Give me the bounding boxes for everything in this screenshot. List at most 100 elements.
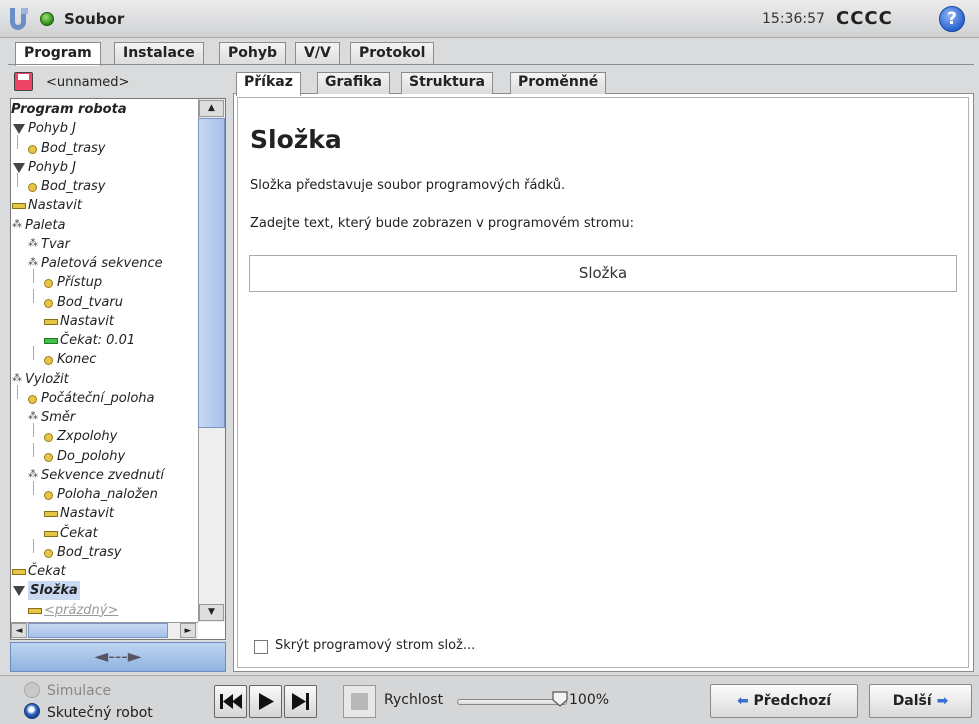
tab-program[interactable]: Program (15, 42, 101, 66)
expand-triangle-icon (13, 124, 25, 135)
tab-vv[interactable]: V/V (295, 42, 340, 65)
file-menu[interactable]: Soubor (64, 10, 124, 28)
next-button[interactable]: Další ➡ (869, 684, 972, 718)
stop-button[interactable] (343, 685, 376, 718)
tree-node[interactable]: Bod_trasy (11, 173, 201, 196)
tree-node-label: Konec (57, 352, 97, 368)
tree-node[interactable]: Bod_trasy (11, 538, 201, 562)
tree-node[interactable]: Složka (11, 581, 201, 601)
hide-tree-checkbox[interactable] (254, 640, 268, 654)
save-icon[interactable] (14, 72, 33, 91)
tab-grafika[interactable]: Grafika (317, 72, 390, 94)
step-button[interactable] (284, 685, 317, 718)
pallet-icon: ⁂ (12, 372, 22, 384)
tree-node[interactable]: Čekat (11, 524, 201, 543)
tree-node[interactable]: Program robota (11, 100, 201, 119)
tab-protokol[interactable]: Protokol (350, 42, 435, 65)
tree-node[interactable]: ⁂ Paletová sekvence (11, 254, 201, 273)
tree-node[interactable]: Poloha_naložen (11, 481, 201, 504)
tree-node-label: Tvar (41, 236, 70, 252)
expand-triangle-icon (13, 586, 25, 597)
page-title: Složka (250, 125, 342, 154)
tree-node[interactable]: Čekat: 0.01 (11, 331, 201, 350)
tree-node-label: Čekat (28, 564, 66, 579)
tree-node[interactable]: Počáteční_poloha (11, 384, 201, 408)
tree-node[interactable]: Nastavit (11, 196, 201, 215)
help-icon[interactable]: ? (939, 6, 965, 32)
waypoint-icon (44, 452, 53, 462)
tree-node-label: Směr (41, 410, 76, 425)
tab-struktura[interactable]: Struktura (401, 72, 493, 94)
play-icon (259, 693, 274, 710)
waypoint-icon (44, 548, 53, 558)
set-command-icon (28, 607, 42, 614)
tab-promenne[interactable]: Proměnné (510, 72, 607, 94)
waypoint-icon (44, 298, 53, 308)
clock: 15:36:57 (762, 11, 825, 27)
simulation-radio[interactable] (24, 682, 40, 698)
waypoint-icon (44, 356, 53, 366)
tree-node-label: Bod_trasy (57, 544, 122, 560)
pallet-icon: ⁂ (28, 411, 38, 422)
arrow-right-icon: ➡ (936, 693, 949, 709)
tree-node[interactable]: Do_polohy (11, 442, 201, 466)
tree-node[interactable]: Zxpolohy (11, 423, 201, 446)
tree-node[interactable]: ⁂ Sekvence zvednutí (11, 466, 201, 485)
tree-guide-line (33, 423, 34, 438)
tree-horizontal-scroll-thumb[interactable] (28, 623, 168, 638)
tree-node-label: Bod_tvaru (57, 294, 123, 310)
tree-guide-line (17, 384, 18, 399)
tree-node[interactable]: Přístup (11, 269, 201, 292)
tree-node-label: Paleta (25, 217, 66, 233)
scroll-right-icon[interactable]: ► (180, 623, 196, 638)
tree-guide-line (17, 134, 18, 149)
tree-guide-line (33, 481, 34, 495)
tree-node[interactable]: Čekat (11, 562, 201, 581)
tab-instalace[interactable]: Instalace (114, 42, 204, 65)
top-bar (0, 0, 979, 38)
tree-guide-line (33, 442, 34, 457)
tree-node[interactable]: ⁂ Tvar (11, 235, 201, 254)
waypoint-icon (44, 433, 53, 443)
folder-name-input[interactable]: Složka (249, 255, 957, 292)
arrow-left-icon: ⬅ (736, 693, 749, 709)
tree-node[interactable]: Bod_trasy (11, 134, 201, 158)
set-command-icon (44, 511, 58, 518)
tree-node[interactable]: ⁂ Paleta (11, 216, 201, 235)
tab-divider (8, 64, 974, 65)
tree-node[interactable]: Bod_tvaru (11, 288, 201, 312)
hide-tree-label: Skrýt programový strom slož... (275, 638, 476, 653)
tree-node[interactable]: Pohyb J (11, 119, 201, 138)
stop-icon (351, 693, 368, 710)
scroll-up-icon[interactable]: ▲ (199, 100, 224, 117)
tab-prikaz[interactable]: Příkaz (236, 72, 301, 96)
play-button[interactable] (249, 685, 282, 718)
wait-command-icon (44, 338, 58, 344)
program-name: <unnamed> (46, 75, 130, 90)
panel-resize-button[interactable]: ◄---► (10, 642, 226, 672)
tab-pohyb[interactable]: Pohyb (219, 42, 286, 65)
tree-node[interactable]: Pohyb J (11, 158, 201, 177)
program-tree[interactable]: Program robota Pohyb J Bod_trasy Pohyb J Bod… (10, 98, 226, 640)
real-robot-label: Skutečný robot (47, 705, 153, 721)
scroll-left-icon[interactable]: ◄ (11, 623, 27, 638)
pallet-icon: ⁂ (12, 218, 22, 230)
tree-node[interactable]: Nastavit (11, 504, 201, 523)
tree-vertical-scroll-thumb[interactable] (198, 118, 225, 428)
real-robot-radio[interactable] (24, 703, 40, 719)
scroll-down-icon[interactable]: ▼ (199, 604, 224, 621)
tree-node[interactable]: ⁂ Směr (11, 408, 201, 427)
speed-slider-handle[interactable] (551, 690, 569, 708)
tree-node[interactable]: <prázdný> (11, 601, 201, 620)
tree-node[interactable]: Konec (11, 346, 201, 369)
tree-node[interactable]: ⁂ Vyložit (11, 370, 201, 389)
pallet-icon: ⁂ (28, 468, 38, 480)
pallet-icon: ⁂ (28, 237, 38, 249)
tree-node-label: Nastavit (28, 198, 82, 214)
set-command-icon (44, 318, 58, 325)
skip-back-button[interactable] (214, 685, 247, 718)
expand-triangle-icon (13, 162, 25, 173)
tree-node[interactable]: Nastavit (11, 312, 201, 331)
previous-button[interactable]: ⬅ Předchozí (710, 684, 858, 718)
tree-node-label: Program robota (11, 102, 127, 117)
